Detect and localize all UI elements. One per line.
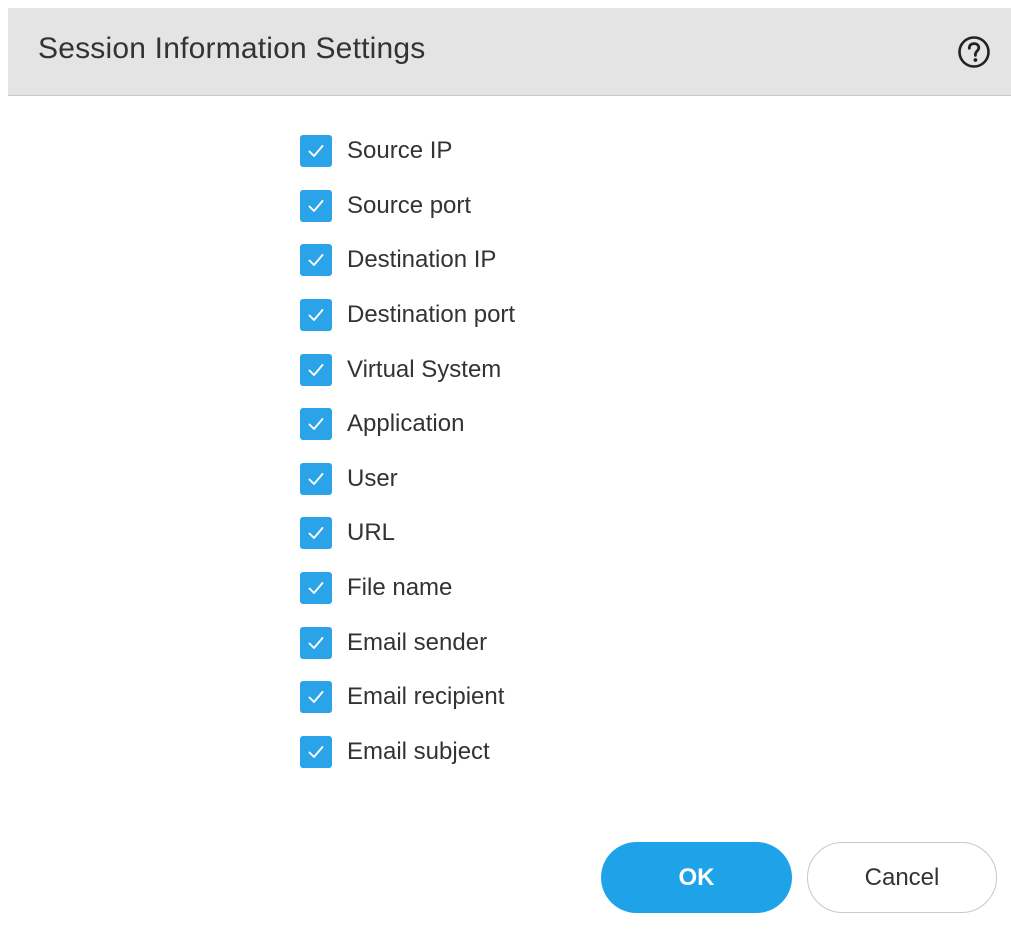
checkbox[interactable] [300,681,332,714]
session-information-settings-dialog: Session Information Settings Source IP So… [0,0,1011,949]
checkbox-row[interactable]: Source port [300,179,515,234]
checkmark-icon [308,309,324,322]
dialog-header: Session Information Settings [8,8,1011,96]
checkmark-icon [308,636,324,649]
help-icon[interactable] [957,35,991,69]
checkbox-label: URL [347,519,396,547]
checkbox-row[interactable]: Email recipient [300,670,515,725]
ok-button[interactable]: OK [601,842,792,913]
checkmark-icon [308,582,324,594]
checkbox-label: Source port [347,191,472,219]
checkbox-row[interactable]: Email subject [300,725,515,780]
checkmark-icon [308,199,324,212]
checkbox[interactable] [300,462,332,495]
checkbox[interactable] [300,299,332,332]
checkbox-label: User [347,464,398,492]
checkbox-label: Email subject [347,737,490,765]
session-field-checkbox-list: Source IP Source port Destination IP Destin… [300,124,515,779]
checkmark-icon [308,254,324,267]
checkbox-row[interactable]: File name [300,561,515,616]
checkbox[interactable] [300,244,332,277]
checkbox[interactable] [300,189,332,222]
checkbox-row[interactable]: Virtual System [300,342,515,397]
checkbox-label: Destination port [347,301,516,329]
checkbox-label: Email sender [347,628,488,656]
checkbox[interactable] [300,353,332,386]
checkbox-row[interactable]: URL [300,506,515,561]
checkmark-icon [308,472,324,485]
checkbox-row[interactable]: Source IP [300,124,515,179]
checkbox-row[interactable]: Email sender [300,615,515,670]
checkbox-label: Application [347,410,465,438]
checkbox[interactable] [300,135,332,168]
checkbox[interactable] [300,517,332,550]
checkmark-icon [308,145,324,158]
checkmark-icon [308,745,324,758]
checkmark-icon [308,527,324,540]
checkmark-icon [308,691,324,704]
checkbox-label: Destination IP [347,246,497,274]
checkbox-label: File name [347,574,453,602]
checkbox[interactable] [300,735,332,768]
checkbox-row[interactable]: Destination IP [300,233,515,288]
cancel-button[interactable]: Cancel [807,842,997,913]
checkbox-label: Virtual System [347,355,502,383]
checkbox[interactable] [300,572,332,605]
checkbox-label: Source IP [347,137,453,165]
checkbox[interactable] [300,626,332,659]
checkbox-label: Email recipient [347,683,505,711]
checkbox[interactable] [300,408,332,441]
checkbox-row[interactable]: Application [300,397,515,452]
checkbox-row[interactable]: Destination port [300,288,515,343]
checkmark-icon [308,418,324,431]
dialog-title: Session Information Settings [38,32,426,65]
checkmark-icon [308,363,324,376]
checkbox-row[interactable]: User [300,452,515,507]
